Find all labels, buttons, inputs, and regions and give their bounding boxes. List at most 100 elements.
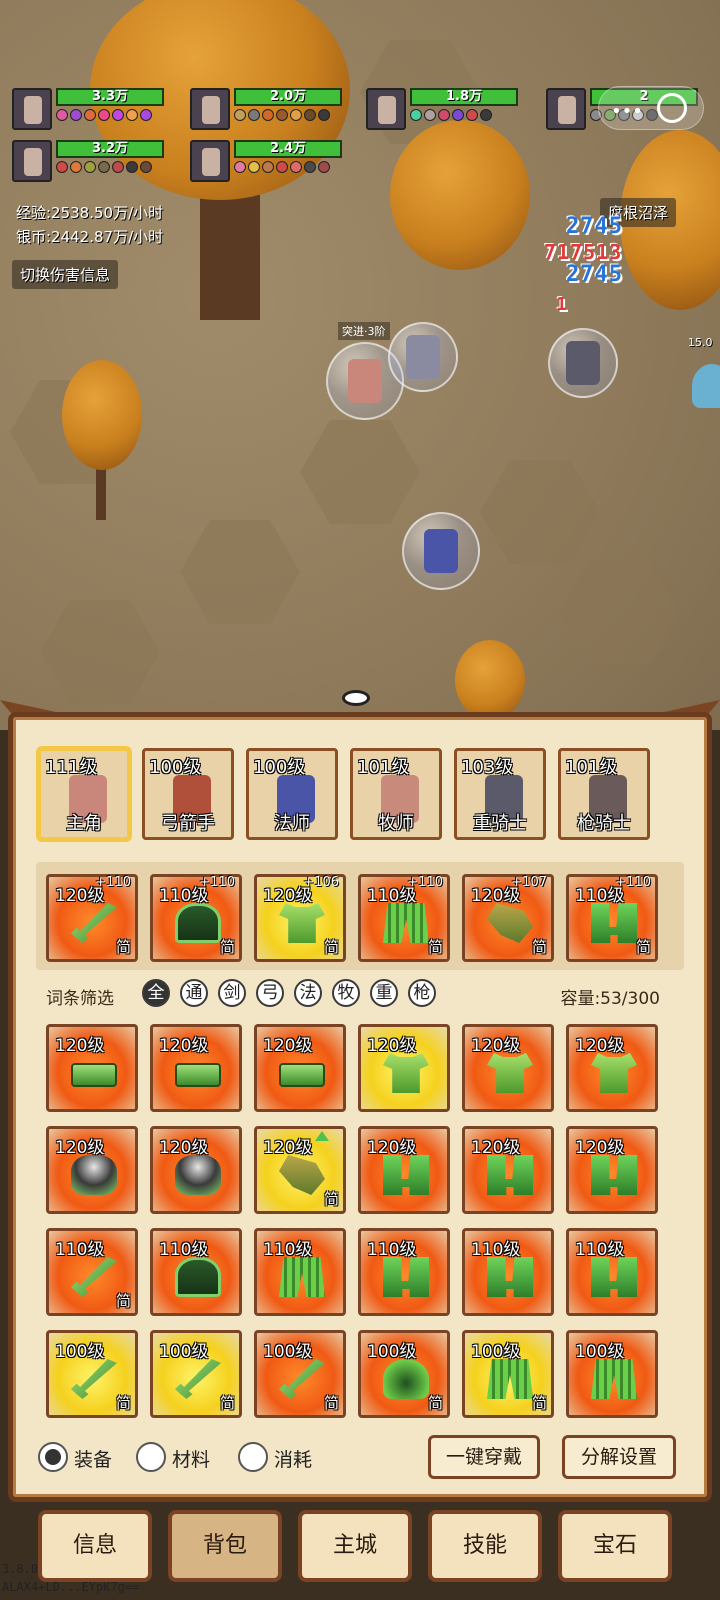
nav-tab[interactable]: 技能: [428, 1510, 542, 1582]
armor-icon: [591, 1053, 637, 1093]
filter-chip[interactable]: 重: [370, 979, 398, 1007]
item-tag: 简: [323, 1394, 339, 1412]
team-member-status[interactable]: 1.8万: [366, 88, 518, 132]
hero-name: 主角: [66, 813, 102, 834]
member-portrait: [12, 88, 52, 130]
equipment-slot[interactable]: 120级简: [254, 1126, 346, 1214]
equipment-slot[interactable]: 110级 +110 简: [566, 874, 658, 962]
item-level: 110级: [471, 1240, 521, 1260]
filter-label: 词条筛选: [46, 989, 114, 1009]
enemy-hp-label: 15.0: [688, 336, 713, 349]
enhance-level: +110: [615, 875, 651, 890]
filter-chip[interactable]: 枪: [408, 979, 436, 1007]
nav-tab[interactable]: 主城: [298, 1510, 412, 1582]
equipment-slot[interactable]: 100级简: [254, 1330, 346, 1418]
filter-chip[interactable]: 牧: [332, 979, 360, 1007]
leggings-icon: [383, 903, 429, 943]
capacity-counter: 容量:53/300: [560, 989, 660, 1009]
hero-tab[interactable]: 103级 重骑士: [454, 748, 546, 840]
equipment-slot[interactable]: 110级 +110 简: [358, 874, 450, 962]
hero-tab[interactable]: 100级 弓箭手: [142, 748, 234, 840]
equipment-slot[interactable]: 120级: [462, 1126, 554, 1214]
equipment-slot[interactable]: 100级简: [150, 1330, 242, 1418]
equipment-slot[interactable]: 110级简: [46, 1228, 138, 1316]
equipment-slot[interactable]: 100级简: [46, 1330, 138, 1418]
belt-icon: [71, 1063, 117, 1087]
item-tag: 简: [323, 1190, 339, 1208]
hero-tab[interactable]: 101级 牧师: [350, 748, 442, 840]
toggle-damage-button[interactable]: 切换伤害信息: [12, 260, 119, 289]
member-portrait: [366, 88, 406, 130]
hero-shield-bubble: [402, 512, 480, 590]
item-level: 120级: [159, 1036, 209, 1056]
equipment-slot[interactable]: 120级: [566, 1126, 658, 1214]
boots-icon: [487, 1257, 533, 1297]
hero-tab[interactable]: 101级 枪骑士: [558, 748, 650, 840]
equipment-slot[interactable]: 110级: [150, 1228, 242, 1316]
enhance-level: +110: [407, 875, 443, 890]
equipment-slot[interactable]: 120级 +107 简: [462, 874, 554, 962]
equipment-slot[interactable]: 120级 +106 简: [254, 874, 346, 962]
equipment-slot[interactable]: 120级: [462, 1024, 554, 1112]
category-radio[interactable]: [136, 1442, 166, 1472]
category-radio[interactable]: [38, 1442, 68, 1472]
nav-tab[interactable]: 宝石: [558, 1510, 672, 1582]
nav-tab[interactable]: 背包: [168, 1510, 282, 1582]
filter-chip[interactable]: 全: [142, 979, 170, 1007]
equipment-slot[interactable]: 120级: [254, 1024, 346, 1112]
member-portrait: [546, 88, 586, 130]
equipment-slot[interactable]: 120级: [358, 1024, 450, 1112]
inventory-grid[interactable]: 120级 120级 120级 120级 120级 120级 120级 120级 120级简 120…: [36, 1018, 684, 1428]
hero-tab[interactable]: 100级 法师: [246, 748, 338, 840]
hero-sprite: [566, 341, 600, 385]
equipment-slot[interactable]: 120级: [46, 1024, 138, 1112]
item-level: 110级: [55, 1240, 105, 1260]
boots-icon: [591, 1257, 637, 1297]
equipment-slot[interactable]: 100级简: [358, 1330, 450, 1418]
equipment-slot[interactable]: 100级: [566, 1330, 658, 1418]
sword-icon: [71, 1257, 117, 1297]
close-target-icon[interactable]: [657, 93, 687, 123]
buff-icons: [234, 161, 342, 173]
equipment-slot[interactable]: 120级: [150, 1126, 242, 1214]
leggings-icon: [279, 1257, 325, 1297]
equipment-slot[interactable]: 110级: [462, 1228, 554, 1316]
item-tag: 简: [115, 1394, 131, 1412]
equipment-slot[interactable]: 110级: [358, 1228, 450, 1316]
hero-shield-bubble: [388, 322, 458, 392]
equipment-slot[interactable]: 110级: [254, 1228, 346, 1316]
capsule-menu[interactable]: •••: [598, 86, 704, 130]
equipment-slot[interactable]: 120级 +110 简: [46, 874, 138, 962]
team-member-status[interactable]: 2.4万: [190, 140, 342, 184]
decompose-settings-button[interactable]: 分解设置: [562, 1435, 676, 1479]
item-level: 100级: [575, 1342, 625, 1362]
armor-icon: [487, 1053, 533, 1093]
hero-tab[interactable]: 111级 主角: [38, 748, 130, 840]
filter-chip[interactable]: 法: [294, 979, 322, 1007]
team-member-status[interactable]: 2.0万: [190, 88, 342, 132]
filter-chip[interactable]: 弓: [256, 979, 284, 1007]
equipment-slot[interactable]: 120级: [358, 1126, 450, 1214]
item-level: 110级: [263, 1240, 313, 1260]
equipment-slot[interactable]: 120级: [566, 1024, 658, 1112]
equipment-slot[interactable]: 120级: [150, 1024, 242, 1112]
filter-chip[interactable]: 剑: [218, 979, 246, 1007]
team-member-status[interactable]: 3.2万: [12, 140, 164, 184]
filter-chip[interactable]: 通: [180, 979, 208, 1007]
hp-bar: 2.4万: [234, 140, 342, 158]
item-level: 100级: [263, 1342, 313, 1362]
buff-icons: [56, 109, 164, 121]
item-level: 120级: [159, 1138, 209, 1158]
equip-all-button[interactable]: 一键穿戴: [428, 1435, 540, 1479]
equipment-slot[interactable]: 110级: [566, 1228, 658, 1316]
belt-icon: [279, 1063, 325, 1087]
equipment-slot[interactable]: 100级简: [462, 1330, 554, 1418]
nav-tab[interactable]: 信息: [38, 1510, 152, 1582]
buff-icons: [234, 109, 342, 121]
item-tag: 简: [115, 938, 131, 956]
equipment-slot[interactable]: 110级 +110 简: [150, 874, 242, 962]
more-icon[interactable]: •••: [611, 101, 643, 122]
equipment-slot[interactable]: 120级: [46, 1126, 138, 1214]
team-member-status[interactable]: 3.3万: [12, 88, 164, 132]
category-radio[interactable]: [238, 1442, 268, 1472]
